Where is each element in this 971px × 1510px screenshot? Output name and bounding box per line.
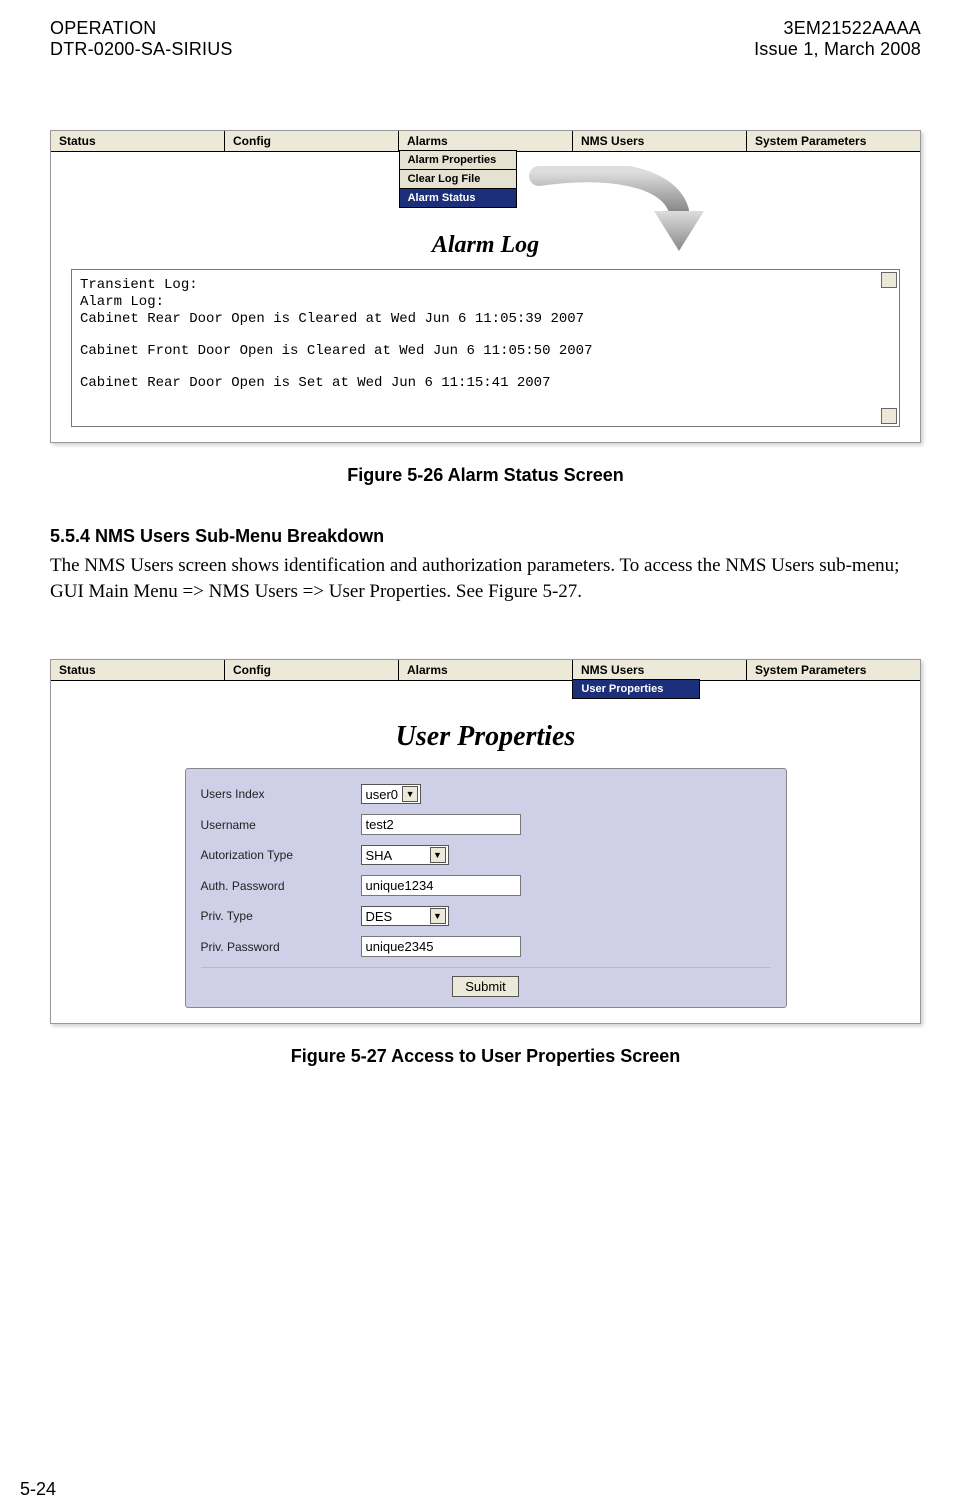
menu-alarms[interactable]: Alarms xyxy=(399,131,573,151)
submit-button[interactable]: Submit xyxy=(452,976,518,997)
user-properties-title: User Properties xyxy=(71,721,900,753)
alarm-log-title: Alarm Log xyxy=(71,232,900,259)
chevron-down-icon: ▼ xyxy=(430,908,446,924)
select-users-index-value: user0 xyxy=(366,787,399,802)
row-users-index: Users Index user0 ▼ xyxy=(201,784,771,804)
menu-nms-users[interactable]: NMS Users xyxy=(573,660,747,680)
section-5-5-4-body: The NMS Users screen shows identificatio… xyxy=(50,553,921,604)
input-username[interactable] xyxy=(361,814,521,835)
row-auth-type: Autorization Type SHA ▼ xyxy=(201,845,771,865)
label-auth-type: Autorization Type xyxy=(201,848,361,862)
row-priv-type: Priv. Type DES ▼ xyxy=(201,906,771,926)
row-username: Username xyxy=(201,814,771,835)
select-priv-type-value: DES xyxy=(366,909,393,924)
figure-5-27-screenshot: Status Config Alarms NMS Users System Pa… xyxy=(50,659,921,1024)
page-number: 5-24 xyxy=(20,1479,56,1500)
menu-config[interactable]: Config xyxy=(225,660,399,680)
page-header: OPERATION DTR-0200-SA-SIRIUS 3EM21522AAA… xyxy=(50,18,921,60)
header-right-2: Issue 1, March 2008 xyxy=(754,39,921,60)
select-users-index[interactable]: user0 ▼ xyxy=(361,784,422,804)
figure-5-26-caption: Figure 5-26 Alarm Status Screen xyxy=(50,465,921,486)
row-auth-password: Auth. Password xyxy=(201,875,771,896)
menu-config[interactable]: Config xyxy=(225,131,399,151)
chevron-down-icon: ▼ xyxy=(402,786,418,802)
log-line: Cabinet Rear Door Open is Cleared at Wed… xyxy=(80,311,891,327)
row-priv-password: Priv. Password xyxy=(201,936,771,957)
header-left-2: DTR-0200-SA-SIRIUS xyxy=(50,39,233,60)
menu-system-parameters[interactable]: System Parameters xyxy=(747,660,920,680)
header-right-1: 3EM21522AAAA xyxy=(754,18,921,39)
input-priv-password[interactable] xyxy=(361,936,521,957)
alarm-log-box[interactable]: Transient Log: Alarm Log: Cabinet Rear D… xyxy=(71,269,900,427)
section-5-5-4-heading: 5.5.4 NMS Users Sub-Menu Breakdown xyxy=(50,526,921,547)
log-blank xyxy=(80,392,891,406)
log-blank xyxy=(80,360,891,374)
menu-status[interactable]: Status xyxy=(51,660,225,680)
label-username: Username xyxy=(201,818,361,832)
select-auth-type[interactable]: SHA ▼ xyxy=(361,845,449,865)
log-blank xyxy=(80,406,891,420)
select-priv-type[interactable]: DES ▼ xyxy=(361,906,449,926)
menu-alarms[interactable]: Alarms xyxy=(399,660,573,680)
scroll-up-icon[interactable] xyxy=(881,272,897,288)
menubar: Status Config Alarms NMS Users System Pa… xyxy=(51,131,920,152)
figure-5-26-screenshot: Status Config Alarms NMS Users System Pa… xyxy=(50,130,921,443)
label-priv-password: Priv. Password xyxy=(201,940,361,954)
select-auth-type-value: SHA xyxy=(366,848,393,863)
label-users-index: Users Index xyxy=(201,787,361,801)
header-left-1: OPERATION xyxy=(50,18,233,39)
chevron-down-icon: ▼ xyxy=(430,847,446,863)
menubar: Status Config Alarms NMS Users System Pa… xyxy=(51,660,920,681)
log-line: Cabinet Rear Door Open is Set at Wed Jun… xyxy=(80,375,891,391)
log-line: Transient Log: xyxy=(80,277,891,293)
menu-nms-users[interactable]: NMS Users xyxy=(573,131,747,151)
scroll-down-icon[interactable] xyxy=(881,408,897,424)
menu-status[interactable]: Status xyxy=(51,131,225,151)
log-blank xyxy=(80,328,891,342)
input-auth-password[interactable] xyxy=(361,875,521,896)
label-auth-password: Auth. Password xyxy=(201,879,361,893)
user-properties-form: Users Index user0 ▼ Username Autorizatio… xyxy=(185,768,787,1008)
figure-5-27-caption: Figure 5-27 Access to User Properties Sc… xyxy=(50,1046,921,1067)
menu-system-parameters[interactable]: System Parameters xyxy=(747,131,920,151)
log-line: Cabinet Front Door Open is Cleared at We… xyxy=(80,343,891,359)
label-priv-type: Priv. Type xyxy=(201,909,361,923)
log-line: Alarm Log: xyxy=(80,294,891,310)
